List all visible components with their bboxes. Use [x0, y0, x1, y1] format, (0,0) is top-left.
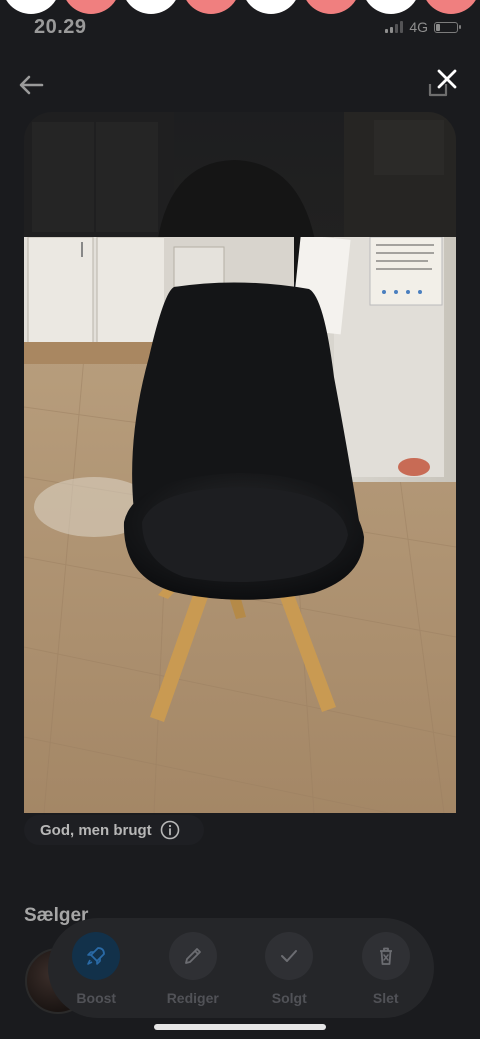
delete-button[interactable]: Slet: [346, 932, 426, 1006]
check-icon: [281, 950, 298, 962]
boost-button[interactable]: Boost: [56, 932, 136, 1006]
arrow-left-icon[interactable]: [16, 72, 46, 98]
story-avatar[interactable]: [362, 0, 420, 14]
delete-label: Slet: [372, 990, 399, 1006]
edit-label: Rediger: [166, 990, 219, 1006]
boost-label: Boost: [76, 990, 117, 1006]
edit-circle[interactable]: [168, 932, 217, 980]
rocket-icon: [87, 947, 106, 965]
story-avatar[interactable]: [2, 0, 60, 14]
story-avatar[interactable]: [302, 0, 360, 14]
action-bar: Boost Rediger Solgt Slet: [48, 918, 434, 1018]
status-time: 20.29: [34, 16, 87, 38]
pencil-icon: [184, 948, 201, 964]
battery-icon: [434, 21, 461, 33]
edit-button[interactable]: Rediger: [153, 932, 233, 1006]
boost-circle[interactable]: [72, 932, 121, 980]
close-icon[interactable]: [432, 64, 462, 94]
condition-text: God, men brugt: [40, 821, 152, 839]
network-type: 4G: [409, 19, 428, 35]
info-icon[interactable]: [160, 820, 180, 840]
delete-circle[interactable]: [361, 932, 410, 980]
story-avatar[interactable]: [62, 0, 120, 14]
condition-badge[interactable]: God, men brugt: [24, 815, 204, 845]
sold-circle[interactable]: [265, 932, 314, 980]
story-avatar[interactable]: [422, 0, 480, 14]
sold-button[interactable]: Solgt: [249, 932, 329, 1006]
listing-photo[interactable]: [24, 237, 456, 813]
signal-icon: [385, 21, 404, 33]
trash-icon: [379, 947, 392, 965]
status-indicators: 4G: [385, 19, 461, 35]
story-avatar[interactable]: [122, 0, 180, 14]
sold-label: Solgt: [271, 990, 307, 1006]
story-avatar[interactable]: [182, 0, 240, 14]
story-avatar[interactable]: [242, 0, 300, 14]
home-indicator[interactable]: [154, 1024, 326, 1030]
